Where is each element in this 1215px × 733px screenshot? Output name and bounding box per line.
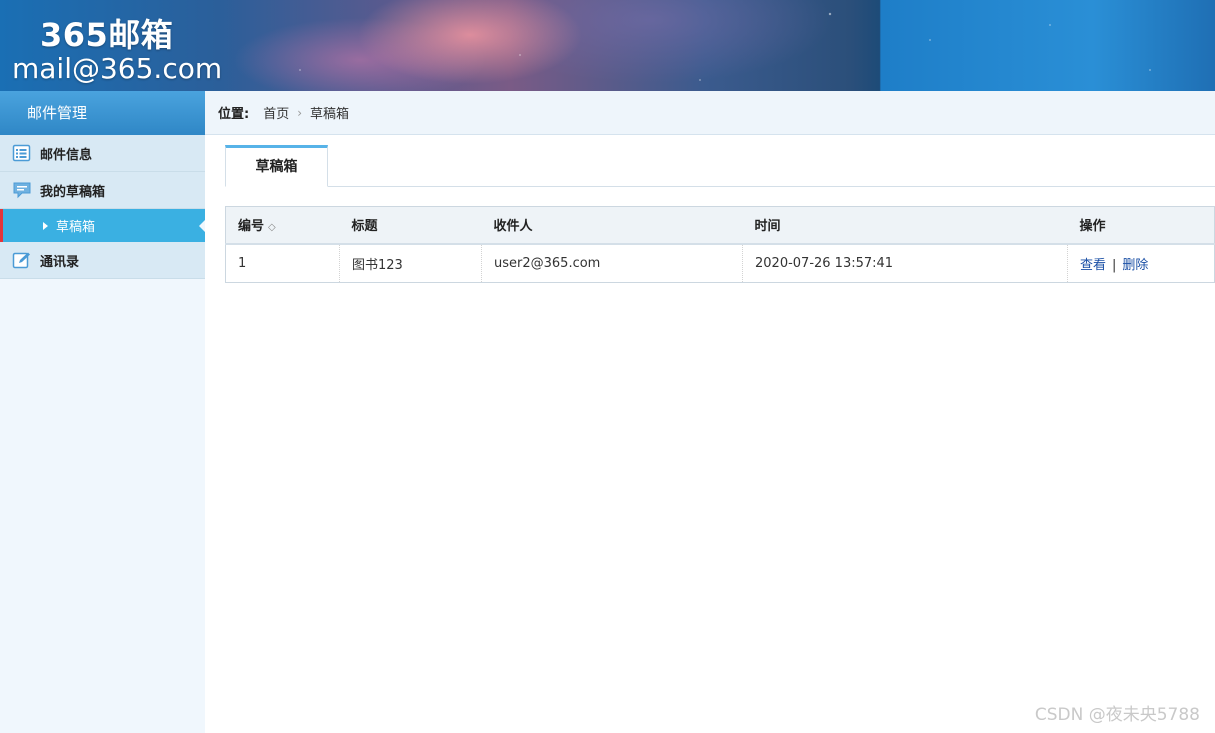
column-header-actions: 操作: [1067, 206, 1215, 245]
caret-right-icon: [43, 221, 48, 230]
sidebar-item-label: 邮件信息: [40, 147, 93, 163]
breadcrumb: 位置: 首页 › 草稿箱: [205, 91, 1215, 135]
cell-id: 1: [225, 243, 340, 283]
sidebar-item-drafts[interactable]: 草稿箱: [0, 209, 205, 242]
sort-icon[interactable]: ◇: [268, 222, 276, 233]
sidebar-item-mail-info[interactable]: 邮件信息: [0, 135, 205, 172]
column-header-id[interactable]: 编号 ◇: [225, 206, 340, 245]
sidebar-title: 邮件管理: [0, 91, 205, 135]
drafts-table: 编号 ◇ 标题 收件人 时间 操作 1 图书123 user2@365.com 2…: [225, 206, 1215, 283]
sidebar: 邮件管理 邮件信息 我的草稿箱 草稿箱 通讯录: [0, 91, 205, 733]
breadcrumb-home-link[interactable]: 首页: [263, 103, 289, 122]
edit-icon: [12, 251, 32, 269]
brand-title: 365邮箱: [40, 16, 174, 54]
csdn-watermark: CSDN @夜未央5788: [1034, 705, 1200, 725]
header-banner: 365邮箱 mail@365.com: [0, 0, 1215, 91]
sidebar-item-label: 通讯录: [40, 254, 80, 270]
table-header-row: 编号 ◇ 标题 收件人 时间 操作: [225, 206, 1215, 245]
delete-link[interactable]: 删除: [1122, 258, 1148, 273]
breadcrumb-label: 位置:: [218, 107, 250, 122]
column-header-recipient: 收件人: [481, 206, 743, 245]
tab-bar: 草稿箱: [225, 145, 1215, 187]
cell-recipient: user2@365.com: [481, 243, 743, 283]
view-link[interactable]: 查看: [1080, 258, 1106, 273]
sidebar-item-label: 草稿箱: [56, 220, 96, 235]
column-header-title: 标题: [339, 206, 482, 245]
cell-time: 2020-07-26 13:57:41: [742, 243, 1068, 283]
action-separator: |: [1112, 257, 1117, 273]
sidebar-item-contacts[interactable]: 通讯录: [0, 242, 205, 279]
cell-actions: 查看 | 删除: [1068, 244, 1215, 283]
list-icon: [12, 144, 32, 162]
table-row: 1 图书123 user2@365.com 2020-07-26 13:57:4…: [225, 243, 1215, 283]
sidebar-item-my-drafts[interactable]: 我的草稿箱: [0, 172, 205, 209]
tab-drafts[interactable]: 草稿箱: [225, 145, 328, 187]
cell-title: 图书123: [339, 243, 482, 283]
active-pointer: [199, 220, 205, 232]
brand-email: mail@365.com: [12, 52, 223, 85]
breadcrumb-current: 草稿箱: [310, 107, 350, 122]
chat-bubble-icon: [12, 181, 32, 199]
column-header-time: 时间: [742, 206, 1068, 245]
sidebar-item-label: 我的草稿箱: [40, 184, 106, 200]
breadcrumb-separator: ›: [297, 105, 303, 120]
